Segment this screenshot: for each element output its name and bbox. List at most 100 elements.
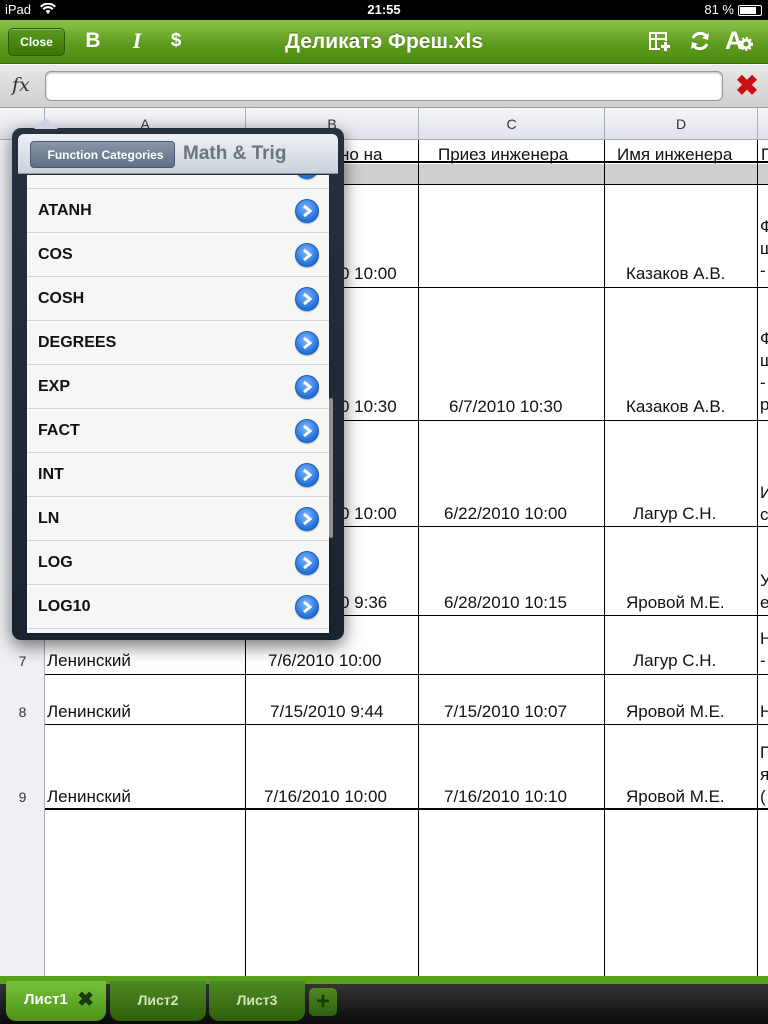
- disclosure-icon[interactable]: [295, 331, 319, 355]
- function-name: INT: [38, 466, 64, 483]
- function-item[interactable]: DEGREES: [27, 321, 329, 365]
- table-cell[interactable]: Яровой М.Е.: [626, 593, 725, 613]
- function-item[interactable]: INT: [27, 453, 329, 497]
- function-name: COSH: [38, 290, 85, 307]
- currency-format-button[interactable]: $: [161, 26, 191, 56]
- function-name: LN: [38, 510, 60, 527]
- scrollbar[interactable]: [329, 398, 333, 538]
- table-cell[interactable]: Казаков А.В.: [626, 397, 725, 417]
- function-item[interactable]: COS: [27, 233, 329, 277]
- function-name: LOG10: [38, 598, 91, 615]
- disclosure-icon[interactable]: [295, 551, 319, 575]
- row-divider: [45, 724, 768, 725]
- sheet-tab-3[interactable]: Лист3: [209, 981, 305, 1021]
- italic-button[interactable]: I: [122, 26, 152, 56]
- close-sheet-icon[interactable]: ✖: [77, 981, 94, 1019]
- table-cell[interactable]: 6/22/2010 10:00: [444, 504, 567, 524]
- function-item[interactable]: LN: [27, 497, 329, 541]
- battery-icon: [738, 5, 762, 16]
- insert-cells-icon[interactable]: [644, 26, 674, 56]
- function-icon[interactable]: fx: [12, 74, 30, 96]
- function-item[interactable]: LOG: [27, 541, 329, 585]
- disclosure-icon[interactable]: [295, 595, 319, 619]
- row-divider: [45, 808, 768, 810]
- function-name: ATANH: [38, 202, 92, 219]
- column-header-c[interactable]: C: [419, 108, 605, 140]
- table-cell[interactable]: Ф ш - р: [760, 328, 768, 416]
- popover-arrow: [34, 118, 58, 129]
- table-cell[interactable]: Ленинский: [47, 702, 131, 722]
- table-cell[interactable]: 7/15/2010 9:44: [270, 702, 383, 722]
- table-cell[interactable]: 7/6/2010 10:00: [268, 651, 381, 671]
- col-divider: [604, 140, 605, 976]
- function-name: DEGREES: [38, 334, 117, 351]
- sheet-tab-2[interactable]: Лист2: [110, 981, 206, 1021]
- table-cell[interactable]: Яровой М.Е.: [626, 787, 725, 807]
- function-item[interactable]: LOG10: [27, 585, 329, 629]
- clock: 21:55: [367, 2, 401, 17]
- battery-percent: 81 %: [704, 2, 734, 17]
- table-cell[interactable]: Яровой М.Е.: [626, 702, 725, 722]
- app-window: iPad 21:55 81 % Close B I $ Деликатэ Фре…: [0, 0, 768, 1024]
- font-settings-button[interactable]: A: [724, 26, 754, 56]
- close-button[interactable]: Close: [8, 28, 65, 56]
- sheet-tab-1[interactable]: Лист1 ✖: [6, 981, 106, 1021]
- disclosure-icon[interactable]: [295, 175, 319, 179]
- function-name: FACT: [38, 422, 80, 439]
- table-cell[interactable]: 0 10:30: [340, 397, 397, 417]
- function-list[interactable]: ATANH COS COSH DEGREES EXP FACT INT LN LOG LOG10: [27, 175, 329, 633]
- column-header-e[interactable]: [758, 108, 768, 140]
- table-cell[interactable]: 6/7/2010 10:30: [449, 397, 562, 417]
- col-divider: [757, 140, 758, 976]
- column-header-d[interactable]: D: [605, 108, 758, 140]
- disclosure-icon[interactable]: [295, 287, 319, 311]
- table-cell[interactable]: И с: [760, 482, 768, 526]
- table-cell[interactable]: Лагур С.Н.: [633, 504, 716, 524]
- row-number[interactable]: 9: [0, 789, 45, 805]
- table-cell[interactable]: Ф ш -: [760, 216, 768, 282]
- disclosure-icon[interactable]: [295, 507, 319, 531]
- list-item-partial[interactable]: [27, 175, 329, 189]
- refresh-icon[interactable]: [685, 26, 715, 56]
- table-cell[interactable]: Н -: [760, 628, 768, 672]
- back-button-label: Function Categories: [47, 147, 164, 162]
- function-popover: Function Categories Math & Trig ATANH COS…: [12, 118, 344, 640]
- table-cell[interactable]: 0 10:00: [340, 504, 397, 524]
- function-categories-back-button[interactable]: Function Categories: [30, 141, 175, 168]
- function-item[interactable]: COSH: [27, 277, 329, 321]
- disclosure-icon[interactable]: [295, 419, 319, 443]
- bold-button[interactable]: B: [78, 26, 108, 56]
- add-sheet-button[interactable]: +: [309, 988, 337, 1016]
- col-divider: [418, 140, 419, 976]
- disclosure-icon[interactable]: [295, 463, 319, 487]
- formula-bar: fx ✖: [0, 65, 768, 108]
- disclosure-icon[interactable]: [295, 375, 319, 399]
- table-cell[interactable]: 0 9:36: [340, 593, 387, 613]
- formula-input[interactable]: [45, 71, 723, 101]
- row-divider: [45, 674, 768, 675]
- row-number[interactable]: 8: [0, 704, 45, 720]
- table-cell[interactable]: 0 10:00: [340, 264, 397, 284]
- row-number[interactable]: 7: [0, 653, 45, 669]
- table-cell[interactable]: П я (: [760, 742, 768, 808]
- popover-title: Math & Trig: [183, 143, 287, 164]
- toolbar: Close B I $ Деликатэ Фреш.xls A: [0, 20, 768, 64]
- function-name: EXP: [38, 378, 71, 395]
- table-cell[interactable]: Ленинский: [47, 651, 131, 671]
- table-cell[interactable]: Ленинский: [47, 787, 131, 807]
- disclosure-icon[interactable]: [295, 199, 319, 223]
- table-cell[interactable]: 6/28/2010 10:15: [444, 593, 567, 613]
- table-cell[interactable]: Н: [760, 702, 768, 722]
- cancel-formula-button[interactable]: ✖: [734, 72, 760, 100]
- table-cell[interactable]: Казаков А.В.: [626, 264, 725, 284]
- table-cell[interactable]: 7/16/2010 10:10: [444, 787, 567, 807]
- function-item[interactable]: FACT: [27, 409, 329, 453]
- function-item[interactable]: EXP: [27, 365, 329, 409]
- function-item[interactable]: ATANH: [27, 189, 329, 233]
- table-cell[interactable]: Лагур С.Н.: [633, 651, 716, 671]
- table-cell[interactable]: У е: [760, 570, 768, 614]
- table-cell[interactable]: 7/16/2010 10:00: [264, 787, 387, 807]
- table-cell[interactable]: 7/15/2010 10:07: [444, 702, 567, 722]
- disclosure-icon[interactable]: [295, 243, 319, 267]
- function-name: COS: [38, 246, 73, 263]
